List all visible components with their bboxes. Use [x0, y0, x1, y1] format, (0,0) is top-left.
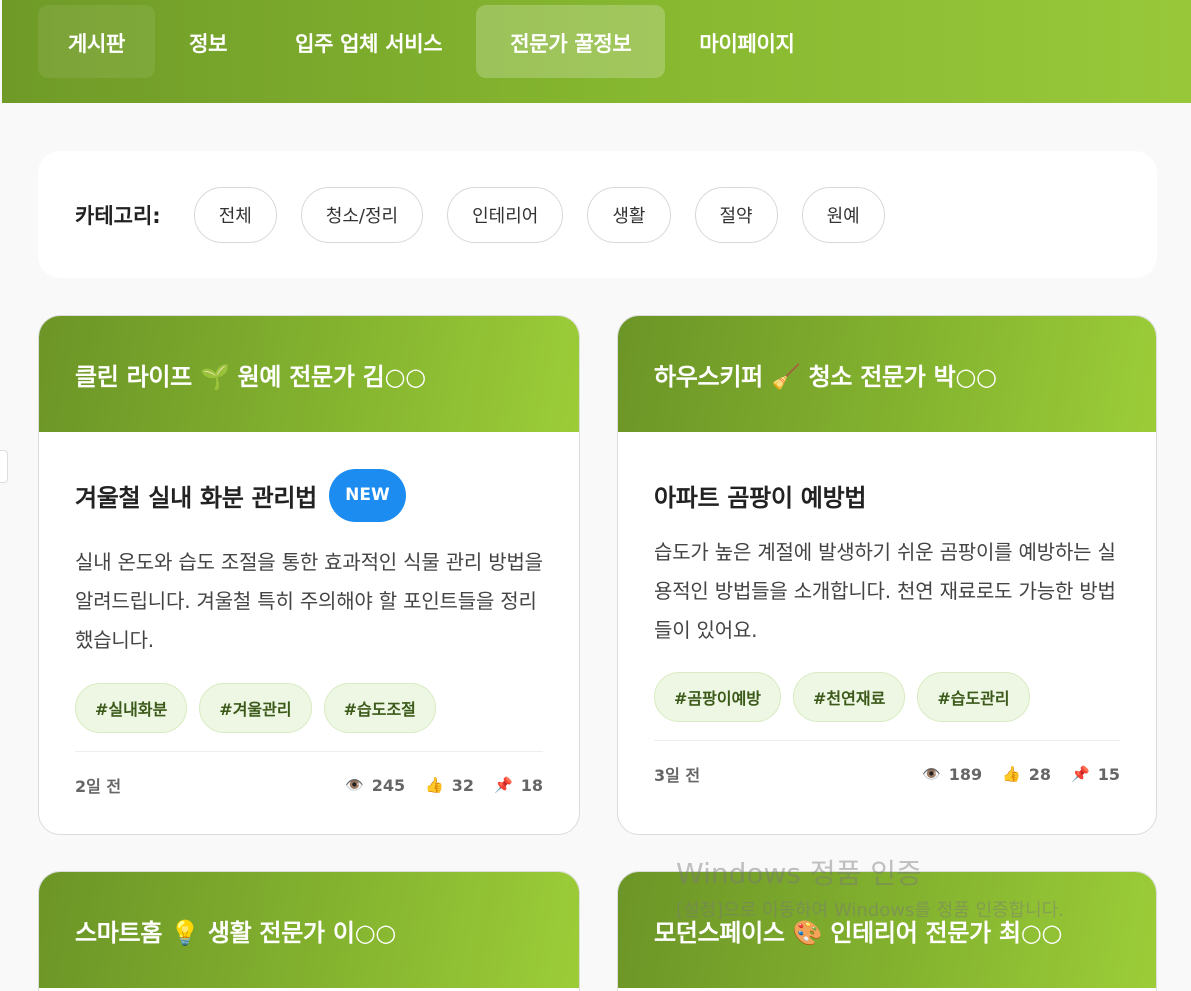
post-card[interactable]: 스마트홈 💡 생활 전문가 이○○	[38, 871, 580, 991]
post-description: 습도가 높은 계절에 발생하기 쉬운 곰팡이를 예방하는 실용적인 방법들을 소…	[654, 540, 1116, 642]
thumbs-up-icon: 👍	[425, 776, 444, 794]
tag-chip[interactable]: #실내화분	[75, 683, 188, 733]
nav-item-label: 입주 업체 서비스	[295, 31, 443, 56]
like-count-value: 32	[451, 775, 475, 795]
post-meta: 3일 전 👁️ 189 👍 28 📌 15	[654, 741, 1120, 807]
pin-count[interactable]: 📌 15	[1071, 765, 1120, 784]
view-count: 👁️ 245	[345, 776, 405, 795]
category-chip-cleaning[interactable]: 청소/정리	[300, 186, 424, 243]
category-chip-interior[interactable]: 인테리어	[447, 186, 564, 243]
tag-chip[interactable]: #겨울관리	[199, 683, 312, 733]
post-title[interactable]: 겨울철 실내 화분 관리법	[75, 478, 317, 513]
side-handle[interactable]	[0, 450, 8, 483]
eye-icon: 👁️	[345, 776, 364, 794]
post-expert-header: 스마트홈 💡 생활 전문가 이○○	[39, 872, 579, 988]
eye-icon: 👁️	[922, 765, 941, 783]
nav-item-tenant-services[interactable]: 입주 업체 서비스	[261, 5, 476, 78]
view-count-value: 189	[948, 764, 983, 784]
view-count-value: 245	[371, 775, 406, 795]
tag-chip[interactable]: #곰팡이예방	[654, 672, 782, 722]
nav-item-mypage[interactable]: 마이페이지	[665, 5, 828, 78]
nav-item-expert-tips[interactable]: 전문가 꿀정보	[476, 5, 666, 78]
category-chip-saving[interactable]: 절약	[694, 186, 778, 243]
category-chip-living[interactable]: 생활	[587, 186, 671, 243]
post-meta: 2일 전 👁️ 245 👍 32 📌 18	[75, 752, 543, 818]
post-card[interactable]: 모던스페이스 🎨 인테리어 전문가 최○○	[617, 871, 1157, 991]
nav-item-info[interactable]: 정보	[155, 5, 261, 78]
category-filter: 카테고리: 전체 청소/정리 인테리어 생활 절약 원예	[38, 151, 1157, 278]
post-expert-header: 모던스페이스 🎨 인테리어 전문가 최○○	[618, 872, 1156, 988]
pushpin-icon: 📌	[1071, 765, 1090, 783]
post-expert-header: 클린 라이프 🌱 원예 전문가 김○○	[39, 316, 579, 432]
post-date: 3일 전	[654, 766, 701, 785]
post-title[interactable]: 아파트 곰팡이 예방법	[654, 478, 866, 513]
post-card[interactable]: 하우스키퍼 🧹 청소 전문가 박○○ 아파트 곰팡이 예방법 습도가 높은 계절…	[617, 315, 1157, 835]
category-label: 카테고리:	[75, 203, 161, 228]
pin-count[interactable]: 📌 18	[494, 776, 543, 795]
tag-chip[interactable]: #천연재료	[793, 672, 906, 722]
tag-chip[interactable]: #습도조절	[323, 683, 436, 733]
nav-item-board[interactable]: 게시판	[38, 5, 156, 78]
pin-count-value: 18	[520, 775, 543, 795]
pin-count-value: 15	[1097, 764, 1120, 784]
post-expert-header: 하우스키퍼 🧹 청소 전문가 박○○	[618, 316, 1156, 432]
like-count[interactable]: 👍 32	[425, 776, 474, 795]
pushpin-icon: 📌	[494, 776, 513, 794]
tag-chip[interactable]: #습도관리	[917, 672, 1030, 722]
post-date: 2일 전	[75, 777, 122, 796]
post-tags: #실내화분 #겨울관리 #습도조절	[75, 683, 543, 733]
view-count: 👁️ 189	[922, 765, 982, 784]
thumbs-up-icon: 👍	[1002, 765, 1021, 783]
nav-item-label: 정보	[189, 31, 228, 56]
nav-item-label: 전문가 꿀정보	[510, 31, 632, 56]
like-count-value: 28	[1028, 764, 1052, 784]
category-chip-gardening[interactable]: 원예	[801, 186, 885, 243]
post-description: 실내 온도와 습도 조절을 통한 효과적인 식물 관리 방법을 알려드립니다. …	[75, 550, 543, 652]
nav-item-label: 게시판	[68, 31, 126, 56]
nav-item-label: 마이페이지	[699, 31, 795, 56]
new-badge: NEW	[328, 468, 406, 522]
top-navigation: 게시판 정보 입주 업체 서비스 전문가 꿀정보 마이페이지	[2, 0, 1191, 103]
post-tags: #곰팡이예방 #천연재료 #습도관리	[654, 672, 1120, 722]
like-count[interactable]: 👍 28	[1002, 765, 1051, 784]
post-card[interactable]: 클린 라이프 🌱 원예 전문가 김○○ 겨울철 실내 화분 관리법 NEW 실내…	[38, 315, 580, 835]
category-chip-all[interactable]: 전체	[193, 186, 277, 243]
